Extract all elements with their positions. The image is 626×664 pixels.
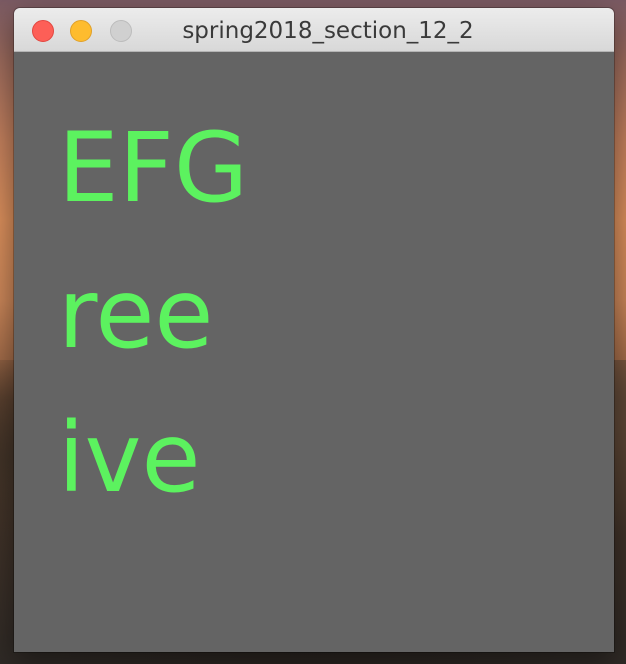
app-window: spring2018_section_12_2 EFG ree ive — [14, 8, 614, 652]
sketch-canvas[interactable]: EFG ree ive — [14, 52, 614, 652]
canvas-text-line-3: ive — [58, 402, 201, 514]
window-title: spring2018_section_12_2 — [182, 18, 474, 44]
canvas-text-line-1: EFG — [58, 112, 249, 224]
title-bar[interactable]: spring2018_section_12_2 — [14, 8, 614, 52]
canvas-text-line-2: ree — [58, 258, 214, 370]
